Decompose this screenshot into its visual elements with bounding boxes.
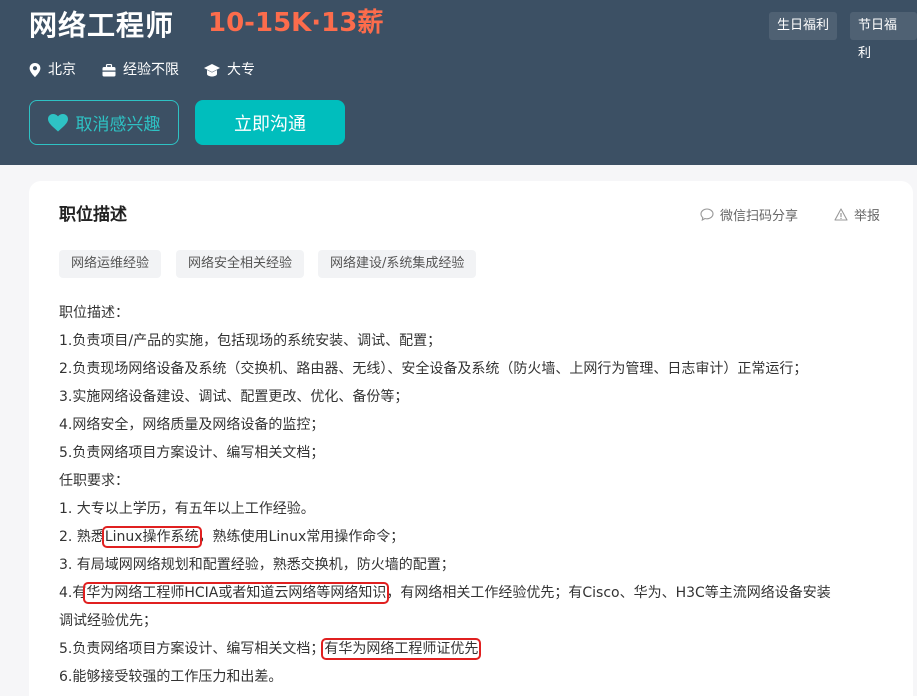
description-line: 1. 大专以上学历，有五年以上工作经验。: [59, 501, 315, 517]
wechat-chat-icon: [700, 207, 714, 221]
description-line: 5.负责网络项目方案设计、编写相关文档；: [59, 445, 325, 461]
report-label: 举报: [854, 208, 881, 224]
benefit-tag-holiday: 节日福利: [850, 12, 917, 61]
description-line: 4.有华为网络工程师HCIA或者知道云网络等网络知识，有网络相关工作经验优先；有…: [59, 579, 899, 607]
education-info: 大专: [204, 59, 255, 81]
description-line: 3. 有局域网网络规划和配置经验，熟悉交换机，防火墙的配置；: [59, 557, 455, 573]
highlighted-requirement: 华为网络工程师HCIA或者知道云网络等网络知识: [83, 582, 390, 604]
line-suffix: ，熟练使用Linux常用操作命令；: [198, 529, 405, 545]
experience-text: 经验不限: [123, 62, 179, 78]
description-line: 2. 熟悉Linux操作系统，熟练使用Linux常用操作命令；: [59, 523, 899, 551]
warning-icon: [834, 207, 848, 221]
heart-icon: [47, 113, 68, 131]
highlighted-requirement: 有华为网络工程师证优先: [321, 638, 482, 660]
description-line: 3.实施网络设备建设、调试、配置更改、优化、备份等；: [59, 389, 409, 405]
skill-tag: 网络建设/系统集成经验: [318, 250, 477, 278]
education-text: 大专: [227, 62, 255, 78]
location-info: 北京: [29, 59, 76, 81]
description-line: 任职要求：: [59, 473, 129, 489]
section-title: 职位描述: [59, 205, 127, 225]
chat-now-button[interactable]: 立即沟通: [195, 100, 345, 145]
job-description-card: 职位描述 微信扫码分享 举报 网络运维经验 网络安全相关经验 网络建设/系统集成…: [29, 181, 913, 696]
description-line: 4.网络安全，网络质量及网络设备的监控；: [59, 417, 325, 433]
job-description-text: 职位描述： 1.负责项目/产品的实施，包括现场的系统安装、调试、配置； 2.负责…: [59, 299, 899, 691]
description-line: 调试经验优先；: [59, 613, 157, 629]
cancel-interest-button[interactable]: 取消感兴趣: [29, 100, 179, 145]
benefit-tag-birthday: 生日福利: [769, 12, 838, 40]
description-line: 6.能够接受较强的工作压力和出差。: [59, 669, 283, 685]
wechat-share-link[interactable]: 微信扫码分享: [700, 203, 798, 225]
highlighted-requirement: Linux操作系统: [101, 526, 202, 548]
line-prefix: 5.负责网络项目方案设计、编写相关文档；: [59, 641, 325, 657]
job-title: 网络工程师: [29, 9, 175, 42]
location-icon: [29, 63, 41, 77]
report-link[interactable]: 举报: [834, 203, 880, 225]
line-prefix: 2. 熟悉: [59, 529, 105, 545]
location-text: 北京: [48, 62, 76, 78]
line-prefix: 4.有: [59, 585, 87, 601]
chat-now-label: 立即沟通: [234, 113, 306, 135]
description-line: 1.负责项目/产品的实施，包括现场的系统安装、调试、配置；: [59, 333, 442, 349]
line-suffix: ，有网络相关工作经验优先；有Cisco、华为、H3C等主流网络设备安装: [386, 585, 831, 601]
cancel-interest-label: 取消感兴趣: [75, 115, 161, 135]
briefcase-icon: [102, 63, 116, 76]
salary: 10-15K·13薪: [208, 8, 384, 38]
wechat-share-label: 微信扫码分享: [720, 208, 799, 224]
job-header: 网络工程师 10-15K·13薪 生日福利 节日福利 北京 经验不限 大专 取消…: [0, 0, 917, 165]
experience-info: 经验不限: [102, 59, 179, 81]
description-line: 2.负责现场网络设备及系统（交换机、路由器、无线）、安全设备及系统（防火墙、上网…: [59, 361, 808, 377]
description-line: 职位描述：: [59, 305, 129, 321]
description-line: 5.负责网络项目方案设计、编写相关文档；有华为网络工程师证优先: [59, 635, 899, 663]
graduation-cap-icon: [204, 63, 220, 76]
skill-tag: 网络运维经验: [59, 250, 162, 278]
skill-tag: 网络安全相关经验: [176, 250, 305, 278]
